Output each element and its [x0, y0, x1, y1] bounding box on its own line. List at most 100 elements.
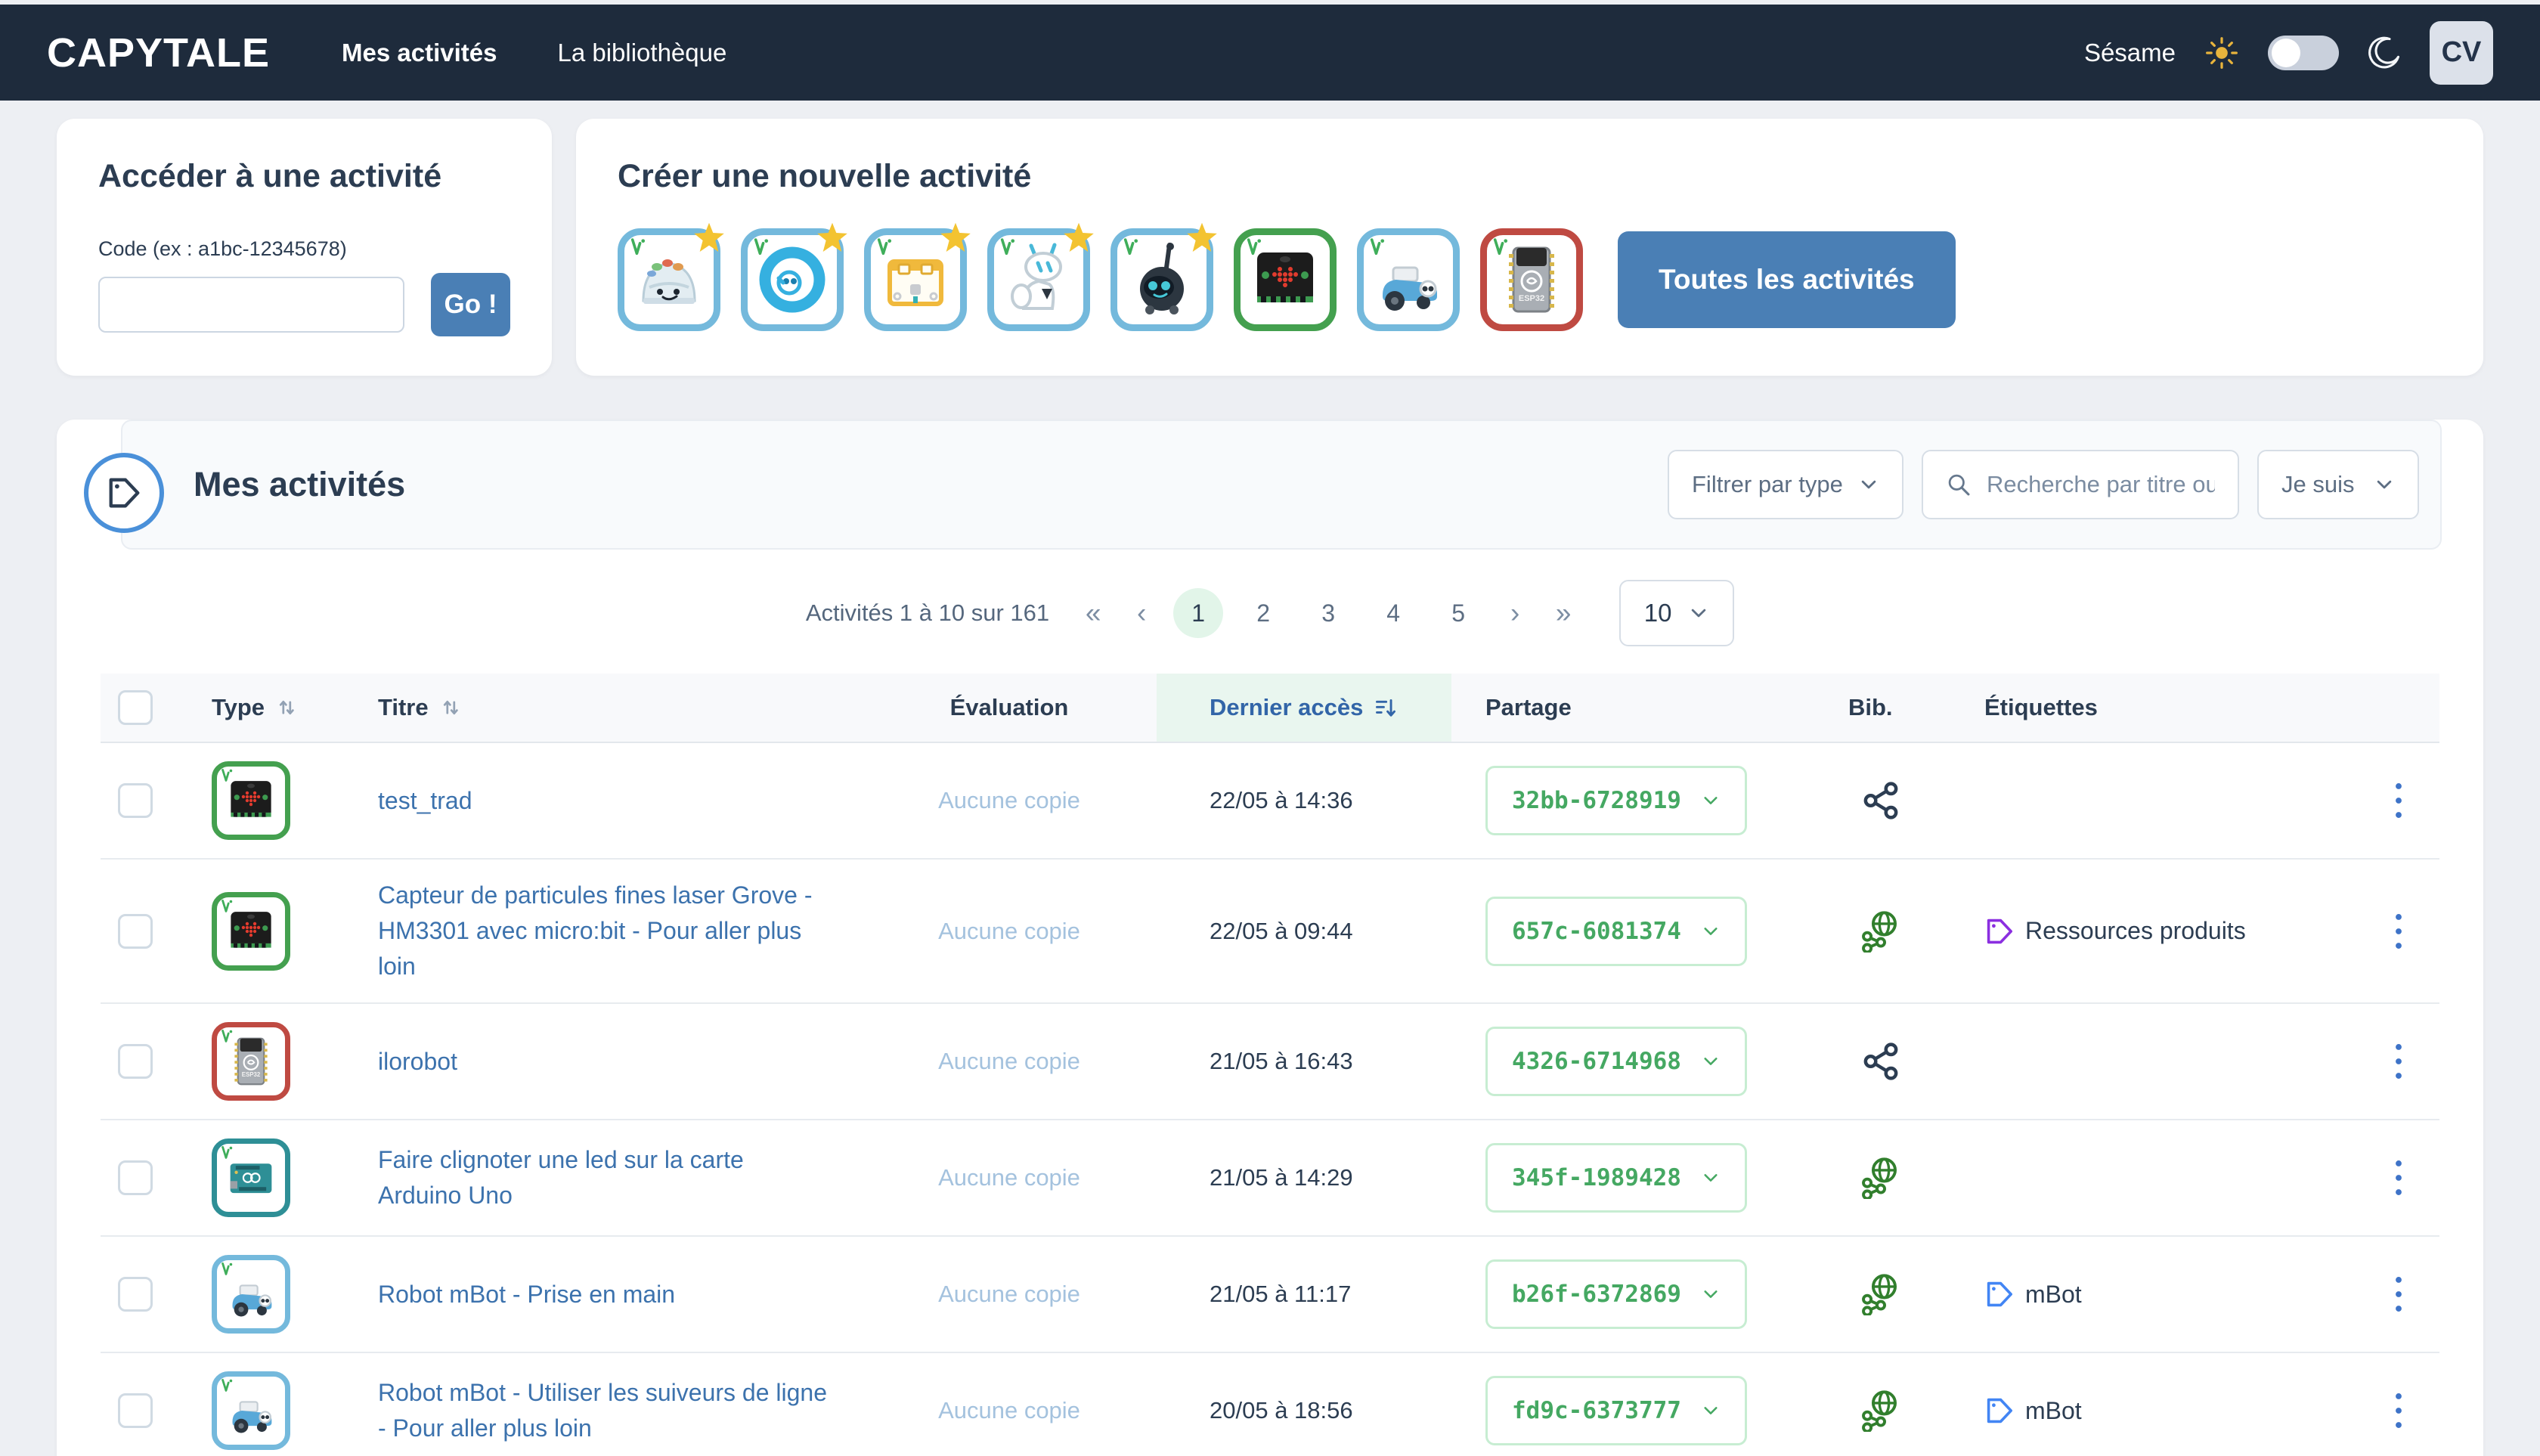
- page-size-select[interactable]: 10: [1619, 580, 1734, 646]
- search-box[interactable]: [1922, 450, 2239, 519]
- first-page-button[interactable]: «: [1069, 589, 1117, 637]
- tile-microbit[interactable]: [1234, 228, 1337, 331]
- favorite-star-icon: [816, 221, 849, 255]
- tag-icon: [106, 475, 142, 511]
- access-card-title: Accéder à une activité: [98, 158, 510, 195]
- tag-icon: [1984, 1396, 2015, 1426]
- share-code-button[interactable]: 4326-6714968: [1485, 1027, 1747, 1096]
- page-button-2[interactable]: 2: [1238, 588, 1288, 638]
- tile-sphero[interactable]: [741, 228, 844, 331]
- chevron-down-icon: [1701, 791, 1721, 810]
- activity-title-link[interactable]: ilorobot: [378, 1048, 457, 1075]
- kebab-icon: [2391, 779, 2406, 822]
- prev-page-button[interactable]: ‹: [1117, 589, 1166, 637]
- activity-title-link[interactable]: Robot mBot - Prise en main: [378, 1281, 675, 1308]
- tile-dark-robot[interactable]: [1110, 228, 1213, 331]
- role-filter-label: Je suis: [2281, 471, 2354, 498]
- navbar-right: Sésame CV: [2084, 21, 2493, 85]
- share-code: 345f-1989428: [1512, 1164, 1681, 1191]
- kebab-menu[interactable]: [2391, 1157, 2406, 1199]
- header-partage: Partage: [1451, 674, 1814, 742]
- share-code-button[interactable]: 32bb-6728919: [1485, 766, 1747, 835]
- panel-title: Mes activités: [194, 465, 405, 504]
- sesame-link[interactable]: Sésame: [2084, 39, 2176, 67]
- row-checkbox[interactable]: [118, 783, 153, 818]
- header-titre[interactable]: Titre: [333, 674, 862, 742]
- kebab-menu[interactable]: [2391, 1040, 2406, 1083]
- row-checkbox[interactable]: [118, 914, 153, 949]
- search-icon: [1946, 472, 1972, 497]
- page-button-3[interactable]: 3: [1303, 588, 1353, 638]
- row-checkbox[interactable]: [118, 1277, 153, 1312]
- page-button-1[interactable]: 1: [1173, 588, 1223, 638]
- activity-type-icon: [212, 1022, 290, 1101]
- user-avatar[interactable]: CV: [2430, 21, 2493, 85]
- activity-code-input[interactable]: [98, 277, 404, 333]
- select-all-checkbox[interactable]: [118, 690, 153, 725]
- table-row: ilorobot Aucune copie 21/05 à 16:43 4326…: [101, 1004, 2439, 1120]
- vittascience-mark-icon: [1122, 237, 1141, 257]
- table-row: test_trad Aucune copie 22/05 à 14:36 32b…: [101, 743, 2439, 860]
- share-code: 657c-6081374: [1512, 918, 1681, 945]
- row-checkbox[interactable]: [118, 1160, 153, 1195]
- activity-title-link[interactable]: test_trad: [378, 787, 472, 814]
- share-code-button[interactable]: 657c-6081374: [1485, 897, 1747, 966]
- chevron-down-icon: [1701, 1284, 1721, 1304]
- filter-type-select[interactable]: Filtrer par type: [1668, 450, 1903, 519]
- last-access-date: 21/05 à 16:43: [1157, 1048, 1451, 1075]
- tile-mbot[interactable]: [1357, 228, 1460, 331]
- activity-title-link[interactable]: Capteur de particules fines laser Grove …: [378, 881, 812, 980]
- tags-badge-button[interactable]: [84, 453, 164, 533]
- activity-type-icon: [212, 892, 290, 971]
- kebab-menu[interactable]: [2391, 779, 2406, 822]
- kebab-menu[interactable]: [2391, 1273, 2406, 1315]
- toggle-knob: [2272, 39, 2300, 67]
- page-button-5[interactable]: 5: [1433, 588, 1483, 638]
- nav-link-bibliotheque[interactable]: La bibliothèque: [557, 39, 726, 67]
- next-page-button[interactable]: ›: [1491, 589, 1539, 637]
- tag-chip: mBot: [1984, 1279, 2082, 1309]
- last-page-button[interactable]: »: [1539, 589, 1588, 637]
- panel-controls: Filtrer par type Je suis: [1668, 450, 2419, 519]
- tile-cubelets[interactable]: [864, 228, 967, 331]
- row-checkbox[interactable]: [118, 1044, 153, 1079]
- app-logo[interactable]: CAPYTALE: [47, 29, 270, 76]
- share-code-button[interactable]: fd9c-6373777: [1485, 1376, 1747, 1445]
- tag-icon: [1984, 1279, 2015, 1309]
- tag-icon: [1984, 916, 2015, 946]
- nav-link-mes-activites[interactable]: Mes activités: [342, 39, 497, 67]
- vittascience-mark-icon: [875, 237, 895, 257]
- role-filter-select[interactable]: Je suis: [2257, 450, 2419, 519]
- vittascience-mark-icon: [220, 1262, 235, 1277]
- kebab-menu[interactable]: [2391, 910, 2406, 953]
- globe-share-icon: [1860, 1273, 1902, 1315]
- sort-descending-icon: [1374, 695, 1398, 720]
- filter-type-label: Filtrer par type: [1692, 471, 1843, 498]
- vittascience-mark-icon: [752, 237, 772, 257]
- pagination: Activités 1 à 10 sur 161 « ‹ 12345 › » 1…: [57, 580, 2483, 646]
- tag-chip: mBot: [1984, 1396, 2082, 1426]
- tile-esp32[interactable]: [1480, 228, 1583, 331]
- tag-label: Ressources produits: [2025, 917, 2246, 945]
- tile-dog-robot[interactable]: [987, 228, 1090, 331]
- table-row: Faire clignoter une led sur la carte Ard…: [101, 1120, 2439, 1237]
- sort-icon: [275, 696, 298, 719]
- activity-type-icon: [212, 1371, 290, 1450]
- kebab-menu[interactable]: [2391, 1389, 2406, 1432]
- go-button[interactable]: Go !: [431, 273, 510, 336]
- all-activities-button[interactable]: Toutes les activités: [1618, 231, 1956, 328]
- share-code-button[interactable]: b26f-6372869: [1485, 1259, 1747, 1329]
- chevron-down-icon: [1701, 1168, 1721, 1188]
- header-type[interactable]: Type: [170, 674, 333, 742]
- tag-label: mBot: [2025, 1397, 2082, 1425]
- activity-title-link[interactable]: Faire clignoter une led sur la carte Ard…: [378, 1146, 744, 1209]
- share-icon: [1860, 1040, 1902, 1083]
- header-dernier-acces[interactable]: Dernier accès: [1157, 674, 1451, 742]
- share-code-button[interactable]: 345f-1989428: [1485, 1143, 1747, 1213]
- tile-thymio[interactable]: [618, 228, 720, 331]
- activity-title-link[interactable]: Robot mBot - Utiliser les suiveurs de li…: [378, 1379, 827, 1442]
- theme-toggle[interactable]: [2268, 36, 2339, 70]
- search-input[interactable]: [1987, 471, 2215, 498]
- row-checkbox[interactable]: [118, 1393, 153, 1428]
- page-button-4[interactable]: 4: [1368, 588, 1418, 638]
